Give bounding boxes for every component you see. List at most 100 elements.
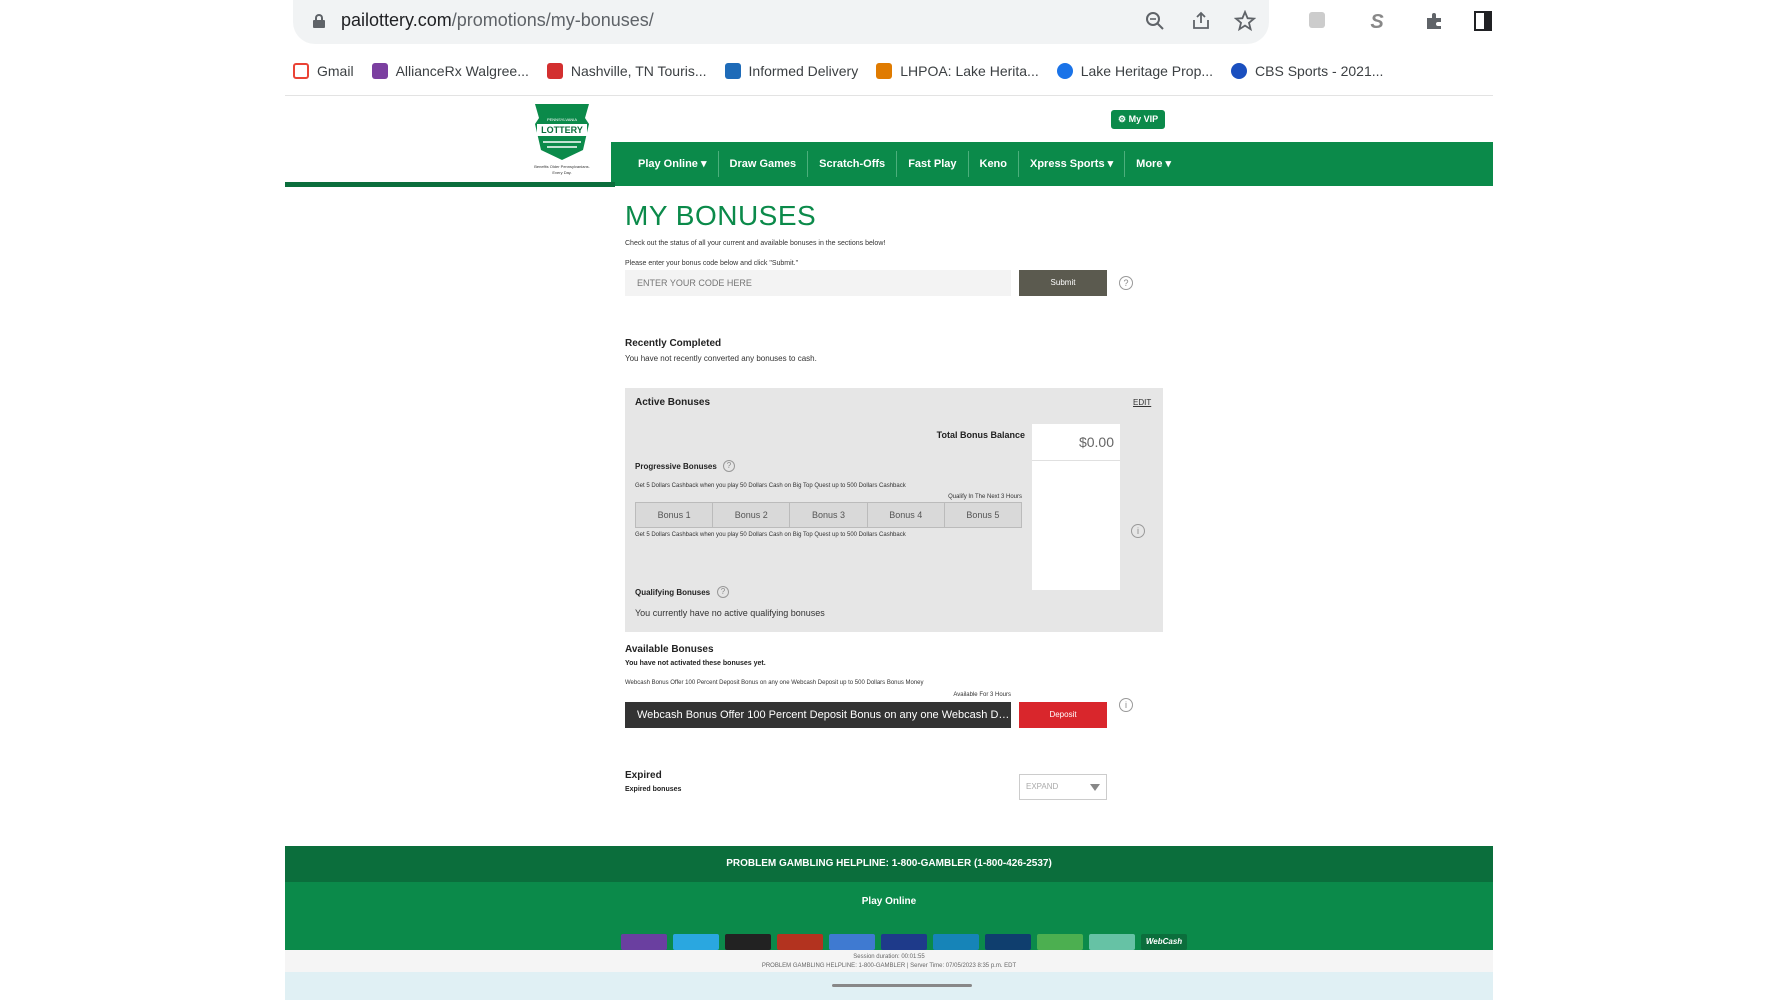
progressive-desc: Get 5 Dollars Cashback when you play 50 … [635, 483, 906, 489]
bonus-tab-5[interactable]: Bonus 5 [945, 503, 1021, 527]
bookmarks-bar: Gmail AllianceRx Walgree... Nashville, T… [293, 56, 1383, 86]
informed-delivery-icon [724, 63, 741, 79]
bookmark-cbs-sports[interactable]: CBS Sports - 2021... [1231, 63, 1383, 79]
game-thumb[interactable] [1089, 934, 1135, 950]
nav-xpress-sports[interactable]: Xpress Sports ▾ [1019, 151, 1126, 177]
footer-play-online[interactable]: Play Online [285, 896, 1493, 907]
session-status: Session duration: 00:01:55 PROBLEM GAMBL… [285, 950, 1493, 972]
progressive-qualify: Qualify In The Next 3 Hours [948, 494, 1022, 500]
qualifying-help-icon[interactable]: ? [717, 586, 729, 598]
total-balance-label: Total Bonus Balance [936, 430, 1025, 440]
game-thumbnails: WebCash [621, 934, 1187, 950]
bookmark-lhpoa[interactable]: LHPOA: Lake Herita... [876, 63, 1039, 79]
server-time: PROBLEM GAMBLING HELPLINE: 1-800-GAMBLER… [761, 963, 1017, 969]
expand-dropdown[interactable]: EXPAND [1019, 774, 1107, 800]
share-icon[interactable] [1189, 10, 1213, 34]
cbs-sports-icon [1231, 63, 1248, 79]
webcash-offer-bar[interactable]: Webcash Bonus Offer 100 Percent Deposit … [625, 702, 1011, 728]
my-vip-button[interactable]: ⚙ My VIP [1111, 110, 1166, 129]
bookmark-alliancerx[interactable]: AllianceRx Walgree... [371, 63, 529, 79]
qualifying-text: You currently have no active qualifying … [635, 608, 825, 618]
svg-text:Every Day.: Every Day. [552, 170, 571, 175]
bookmark-gmail[interactable]: Gmail [293, 63, 354, 79]
nav-scratch-offs[interactable]: Scratch-Offs [808, 151, 898, 177]
nav-more[interactable]: More ▾ [1125, 151, 1182, 177]
progressive-bonuses-title: Progressive Bonuses [635, 462, 717, 471]
offer-desc: Webcash Bonus Offer 100 Percent Deposit … [625, 680, 924, 686]
main-nav: Play Online ▾ Draw Games Scratch-Offs Fa… [611, 142, 1493, 186]
webcash-logo[interactable]: WebCash [1141, 934, 1187, 950]
game-thumb[interactable] [829, 934, 875, 950]
available-subtitle: You have not activated these bonuses yet… [625, 660, 766, 667]
bookmark-star-icon[interactable] [1233, 9, 1257, 34]
game-thumb[interactable] [1037, 934, 1083, 950]
expired-title: Expired [625, 770, 662, 781]
zoom-icon[interactable] [1143, 10, 1167, 34]
page-title: MY BONUSES [625, 200, 817, 231]
side-panel-icon[interactable] [1471, 10, 1495, 34]
toolbar-divider [285, 95, 1493, 96]
bonus-tab-4[interactable]: Bonus 4 [868, 503, 945, 527]
game-thumb[interactable] [933, 934, 979, 950]
scroll-handle[interactable] [832, 984, 972, 987]
code-help-icon[interactable]: ? [1119, 276, 1133, 290]
puzzle-icon[interactable] [1423, 10, 1447, 34]
alliancerx-icon [371, 63, 388, 79]
session-duration: Session duration: 00:01:55 [853, 954, 925, 960]
nav-keno[interactable]: Keno [969, 151, 1019, 177]
bonus-code-input[interactable] [625, 270, 1011, 296]
svg-text:PENNSYLVANIA: PENNSYLVANIA [547, 117, 577, 122]
game-thumb[interactable] [985, 934, 1031, 950]
progressive-help-icon[interactable]: ? [723, 460, 735, 472]
deposit-button[interactable]: Deposit [1019, 702, 1107, 728]
submit-button[interactable]: Submit [1019, 270, 1107, 296]
balance-box: $0.00 [1032, 424, 1120, 590]
active-bonuses-title: Active Bonuses [635, 397, 711, 408]
bookmark-informed-delivery[interactable]: Informed Delivery [724, 63, 858, 79]
offer-info-icon[interactable]: i [1119, 698, 1133, 712]
nav-fast-play[interactable]: Fast Play [897, 151, 969, 177]
active-bonuses-panel: Active Bonuses EDIT Total Bonus Balance … [625, 388, 1163, 632]
svg-text:Benefits Older Pennsylvanians.: Benefits Older Pennsylvanians. [534, 164, 590, 169]
footer: Play Online WebCash [285, 882, 1493, 950]
game-thumb[interactable] [777, 934, 823, 950]
edit-link[interactable]: EDIT [1133, 398, 1151, 407]
offer-availability: Available For 3 Hours [953, 692, 1011, 698]
game-thumb[interactable] [725, 934, 771, 950]
url-text[interactable]: pailottery.com/promotions/my-bonuses/ [341, 10, 654, 31]
recently-completed-title: Recently Completed [625, 338, 722, 349]
code-prompt: Please enter your bonus code below and c… [625, 260, 799, 267]
available-bonuses-title: Available Bonuses [625, 644, 714, 655]
intro-text: Check out the status of all your current… [625, 240, 886, 247]
qualifying-bonuses-title: Qualifying Bonuses [635, 588, 711, 597]
bottom-bar [285, 972, 1493, 1000]
nav-draw-games[interactable]: Draw Games [719, 151, 809, 177]
progressive-desc-2: Get 5 Dollars Cashback when you play 50 … [635, 532, 906, 538]
bonus-tab-2[interactable]: Bonus 2 [713, 503, 791, 527]
nashville-icon [546, 63, 563, 79]
address-bar[interactable]: pailottery.com/promotions/my-bonuses/ [293, 0, 1269, 44]
svg-text:LOTTERY: LOTTERY [541, 125, 583, 135]
header-accent-bar [285, 182, 615, 187]
chevron-down-icon [1090, 784, 1100, 791]
lock-icon[interactable] [313, 14, 325, 28]
game-thumb[interactable] [621, 934, 667, 950]
extension-icon[interactable] [1305, 10, 1329, 34]
game-thumb[interactable] [673, 934, 719, 950]
s-extension-icon[interactable]: S [1365, 10, 1389, 34]
bookmark-lake-heritage[interactable]: Lake Heritage Prop... [1056, 63, 1213, 79]
gmail-icon [293, 63, 309, 79]
expired-subtitle: Expired bonuses [625, 786, 682, 793]
active-info-icon[interactable]: i [1131, 524, 1145, 538]
game-thumb[interactable] [881, 934, 927, 950]
bonus-tab-3[interactable]: Bonus 3 [790, 503, 868, 527]
recently-completed-text: You have not recently converted any bonu… [625, 354, 817, 363]
nav-play-online[interactable]: Play Online ▾ [627, 151, 719, 177]
bookmark-nashville[interactable]: Nashville, TN Touris... [546, 63, 707, 79]
bonus-tab-1[interactable]: Bonus 1 [636, 503, 714, 527]
pa-lottery-logo[interactable]: LOTTERY PENNSYLVANIA Benefits Older Penn… [523, 100, 601, 178]
browser-window: pailottery.com/promotions/my-bonuses/ S … [285, 0, 1493, 1000]
helpline-banner: PROBLEM GAMBLING HELPLINE: 1-800-GAMBLER… [285, 846, 1493, 882]
bonus-tabs: Bonus 1 Bonus 2 Bonus 3 Bonus 4 Bonus 5 [635, 502, 1022, 528]
lake-heritage-icon [1056, 63, 1073, 79]
